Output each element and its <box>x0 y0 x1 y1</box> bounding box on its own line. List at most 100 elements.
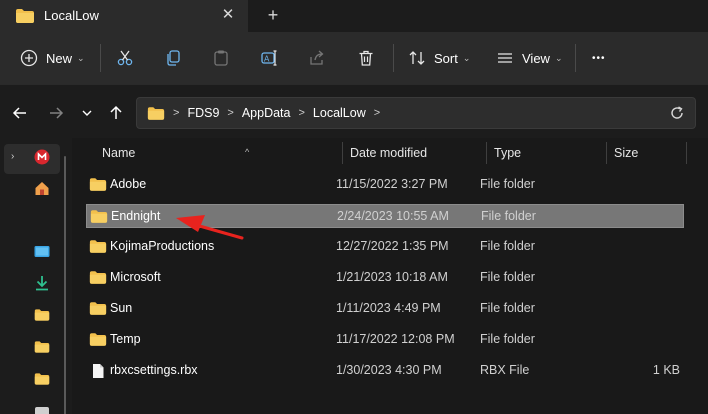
column-divider[interactable] <box>342 142 343 164</box>
recent-locations-chevron-icon[interactable] <box>77 103 97 123</box>
up-arrow-icon[interactable] <box>106 103 126 123</box>
file-list: Name ^ Date modified Type Size Adobe 11/1… <box>72 138 708 414</box>
column-header-type-label: Type <box>494 146 522 160</box>
svg-text:A: A <box>264 55 270 64</box>
file-date-modified: 1/30/2023 4:30 PM <box>336 363 442 377</box>
file-name: Microsoft <box>110 270 161 284</box>
file-name: Adobe <box>110 177 147 191</box>
file-row[interactable]: Microsoft 1/21/2023 10:18 AM File folder <box>86 266 684 290</box>
chevron-down-icon: ⌄ <box>554 52 563 63</box>
folder-icon <box>89 239 107 257</box>
rename-icon: A <box>260 49 278 67</box>
sort-ascending-icon: ^ <box>245 147 250 157</box>
breadcrumb-item-appdata[interactable]: AppData <box>242 106 291 120</box>
sort-button[interactable]: Sort ⌄ <box>408 46 470 70</box>
nav-pane-scrollbar[interactable] <box>64 156 66 414</box>
title-bar: LocalLow ✕ + <box>0 0 708 32</box>
folder-icon <box>89 270 107 288</box>
paste-button[interactable] <box>212 46 230 70</box>
file-type: File folder <box>481 209 536 223</box>
cut-icon <box>116 49 134 67</box>
home-icon[interactable] <box>34 180 50 196</box>
folder-icon[interactable] <box>34 308 50 324</box>
file-size: 1 KB <box>652 363 680 377</box>
folder-icon <box>89 301 107 319</box>
address-bar[interactable]: > FDS9 > AppData > LocalLow > <box>136 97 696 129</box>
cut-button[interactable] <box>116 46 134 70</box>
column-header-size-label: Size <box>614 146 639 160</box>
sort-button-label: Sort <box>434 50 458 66</box>
command-bar: New ⌄ A Sort ⌄ View ⌄ ••• <box>0 32 708 84</box>
new-tab-icon[interactable]: + <box>263 4 283 26</box>
share-button[interactable] <box>308 46 326 70</box>
file-name: Sun <box>110 301 133 315</box>
delete-button[interactable] <box>357 46 375 70</box>
file-name: Endnight <box>111 209 161 223</box>
file-date-modified: 1/21/2023 10:18 AM <box>336 270 448 284</box>
forward-arrow-icon[interactable] <box>46 103 66 123</box>
toolbar-divider <box>393 44 394 72</box>
tab-title: LocalLow <box>44 8 99 23</box>
copy-icon <box>164 49 182 67</box>
back-arrow-icon[interactable] <box>10 103 30 123</box>
column-header-date[interactable]: Date modified <box>350 143 480 169</box>
column-header-name[interactable]: Name ^ <box>102 143 342 169</box>
view-button-label: View <box>522 50 550 66</box>
column-divider[interactable] <box>486 142 487 164</box>
breadcrumb-item-fds9[interactable]: FDS9 <box>187 106 219 120</box>
rename-button[interactable]: A <box>260 46 278 70</box>
mega-drive-icon[interactable] <box>34 149 50 165</box>
folder-icon[interactable] <box>34 340 50 356</box>
chevron-down-icon: ⌄ <box>77 52 85 63</box>
toolbar-divider <box>575 44 576 72</box>
breadcrumb-separator: > <box>173 107 180 119</box>
downloads-icon[interactable] <box>34 275 50 291</box>
close-tab-icon[interactable]: ✕ <box>218 5 238 25</box>
column-divider[interactable] <box>686 142 687 164</box>
toolbar-divider <box>100 44 101 72</box>
folder-icon <box>15 8 35 27</box>
column-divider[interactable] <box>606 142 607 164</box>
file-row[interactable]: KojimaProductions 12/27/2022 1:35 PM File … <box>86 235 684 259</box>
folder-icon[interactable] <box>34 372 50 388</box>
desktop-icon[interactable] <box>34 244 50 260</box>
view-icon <box>496 49 514 67</box>
file-name: KojimaProductions <box>110 239 215 253</box>
file-date-modified: 1/11/2023 4:49 PM <box>336 301 441 315</box>
copy-button[interactable] <box>164 46 182 70</box>
refresh-icon[interactable] <box>669 105 685 124</box>
file-row[interactable]: Sun 1/11/2023 4:49 PM File folder <box>86 297 684 321</box>
file-row[interactable]: Temp 11/17/2022 12:08 PM File folder <box>86 328 684 352</box>
sort-icon <box>408 49 426 67</box>
delete-icon <box>357 49 375 67</box>
new-button-label: New <box>46 50 73 66</box>
file-row[interactable]: Endnight 2/24/2023 10:55 AM File folder <box>86 204 684 228</box>
file-name: rbxcsettings.rbx <box>110 363 198 377</box>
file-date-modified: 11/17/2022 12:08 PM <box>336 332 455 346</box>
column-header-date-label: Date modified <box>350 146 428 160</box>
breadcrumb-item-locallow[interactable]: LocalLow <box>313 106 366 120</box>
chevron-right-icon[interactable]: › <box>11 151 14 162</box>
file-type: File folder <box>480 270 535 284</box>
chevron-down-icon: ⌄ <box>462 52 471 63</box>
column-header-size[interactable]: Size <box>614 143 684 169</box>
file-row[interactable]: Adobe 11/15/2022 3:27 PM File folder <box>86 173 684 197</box>
new-button[interactable]: New ⌄ <box>20 46 85 70</box>
file-icon <box>89 363 107 382</box>
more-button[interactable]: ••• <box>592 46 606 70</box>
folder-icon <box>90 209 108 227</box>
breadcrumb-separator: > <box>298 107 305 119</box>
view-button[interactable]: View ⌄ <box>496 46 563 70</box>
plus-circle-icon <box>20 49 38 67</box>
column-header-type[interactable]: Type <box>494 143 604 169</box>
breadcrumb-separator: > <box>227 107 234 119</box>
tab-locallow[interactable]: LocalLow ✕ <box>0 0 248 32</box>
file-type: File folder <box>480 332 535 346</box>
folder-icon <box>89 177 107 195</box>
file-type: RBX File <box>480 363 530 377</box>
file-type: File folder <box>480 239 535 253</box>
share-icon <box>308 49 326 67</box>
drive-icon[interactable] <box>34 404 50 414</box>
file-row[interactable]: rbxcsettings.rbx 1/30/2023 4:30 PM RBX Fil… <box>86 359 684 383</box>
file-type: File folder <box>480 177 535 191</box>
